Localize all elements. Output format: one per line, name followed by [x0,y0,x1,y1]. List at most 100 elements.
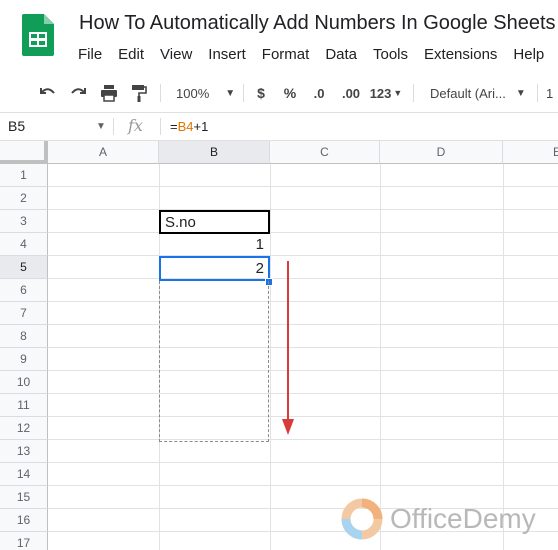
decrease-decimal-button[interactable]: .0 [308,82,330,104]
gridline [48,209,558,210]
column-header-label: C [320,145,329,159]
gridline [48,347,558,348]
more-formats-button[interactable]: 123 ▼ [368,82,404,104]
menu-data[interactable]: Data [317,44,365,65]
increase-decimal-label: .00 [341,85,361,101]
formula-bar-divider [113,118,114,135]
column-header-a[interactable]: A [48,141,159,164]
menu-file[interactable]: File [70,44,110,65]
row-header-16[interactable]: 16 [0,509,48,532]
row-header-7[interactable]: 7 [0,302,48,325]
toolbar-divider [413,84,414,102]
menu-format[interactable]: Format [254,44,318,65]
gridline [503,164,504,550]
gridline [48,255,558,256]
row-header-10[interactable]: 10 [0,371,48,394]
row-header-label: 14 [16,467,31,481]
zoom-select[interactable]: 100% ▼ [170,82,240,104]
redo-button[interactable] [66,82,90,104]
menu-insert[interactable]: Insert [200,44,254,65]
percent-format-button[interactable]: % [281,82,299,104]
row-header-5[interactable]: 5 [0,256,48,279]
toolbar: 100% ▼ $ % .0 .00 123 ▼ Default (Ari... … [0,74,558,113]
gridline [48,232,558,233]
menu-extensions[interactable]: Extensions [416,44,505,65]
currency-label: $ [257,85,265,101]
menu-edit[interactable]: Edit [110,44,152,65]
formula-bar: B5 ▼ fx =B4+1 [0,113,558,141]
row-header-label: 9 [20,352,27,366]
row-header-8[interactable]: 8 [0,325,48,348]
paint-format-button[interactable] [127,82,151,104]
percent-label: % [283,85,297,101]
redo-icon [71,88,86,94]
row-header-9[interactable]: 9 [0,348,48,371]
spreadsheet-grid[interactable]: A B C D E 1 2 3 4 5 6 7 8 9 10 11 12 13 … [0,141,558,550]
column-header-d[interactable]: D [380,141,503,164]
font-size-select[interactable]: 1 [546,82,558,104]
column-header-c[interactable]: C [270,141,380,164]
drag-down-arrow-icon [282,261,294,435]
row-header-1[interactable]: 1 [0,164,48,187]
row-header-2[interactable]: 2 [0,187,48,210]
cell-b4-value: 1 [255,236,264,253]
font-family-select[interactable]: Default (Ari... ▼ [424,82,528,104]
row-header-4[interactable]: 4 [0,233,48,256]
column-header-label: E [553,145,558,159]
row-header-6[interactable]: 6 [0,279,48,302]
gridline [48,416,558,417]
increase-decimal-button[interactable]: .00 [338,82,364,104]
document-title[interactable]: How To Automatically Add Numbers In Goog… [79,12,556,35]
name-box[interactable]: B5 [8,118,25,134]
row-header-label: 12 [16,421,31,435]
chevron-down-icon[interactable]: ▼ [96,121,106,132]
column-header-e[interactable]: E [503,141,558,164]
row-header-14[interactable]: 14 [0,463,48,486]
name-box-value: B5 [8,118,26,134]
cell-b4[interactable]: 1 [159,233,270,256]
row-header-17[interactable]: 17 [0,532,48,550]
formula-prefix: = [170,119,178,134]
column-header-label: B [209,145,218,159]
row-header-12[interactable]: 12 [0,417,48,440]
print-button[interactable] [97,82,121,104]
formula-bar-divider [160,118,161,135]
cell-b5-selected[interactable]: 2 [159,256,270,281]
cell-b3-value: S.no [165,214,196,231]
print-icon [101,85,117,102]
row-header-13[interactable]: 13 [0,440,48,463]
row-header-label: 13 [16,444,31,458]
menu-bar: File Edit View Insert Format Data Tools … [70,44,552,65]
paint-roller-icon [132,85,147,102]
row-header-15[interactable]: 15 [0,486,48,509]
cell-b5-value: 2 [255,260,264,277]
row-header-11[interactable]: 11 [0,394,48,417]
google-sheets-logo-icon[interactable] [22,14,54,56]
gridline [48,370,558,371]
fill-range-preview [159,281,269,442]
undo-icon [40,88,55,94]
column-header-b[interactable]: B [159,141,270,164]
gridline [380,164,381,550]
gridline [48,278,558,279]
gridline [48,186,558,187]
select-all-corner[interactable] [0,141,48,164]
menu-help[interactable]: Help [505,44,552,65]
row-header-label: 15 [16,490,31,504]
menu-view[interactable]: View [152,44,200,65]
more-formats-label: 123 [369,85,392,101]
gridline [48,324,558,325]
toolbar-divider [537,84,538,102]
chevron-down-icon: ▼ [515,87,526,99]
currency-format-button[interactable]: $ [252,82,270,104]
formula-cell-reference: B4 [177,119,194,134]
row-header-3[interactable]: 3 [0,210,48,233]
toolbar-divider [160,84,161,102]
row-header-label: 2 [20,191,27,205]
menu-tools[interactable]: Tools [365,44,416,65]
officedemy-logo-icon [341,498,383,540]
row-header-label: 7 [20,306,27,320]
undo-button[interactable] [36,82,60,104]
formula-input[interactable]: =B4+1 [170,119,208,134]
cell-b3[interactable]: S.no [159,210,270,234]
